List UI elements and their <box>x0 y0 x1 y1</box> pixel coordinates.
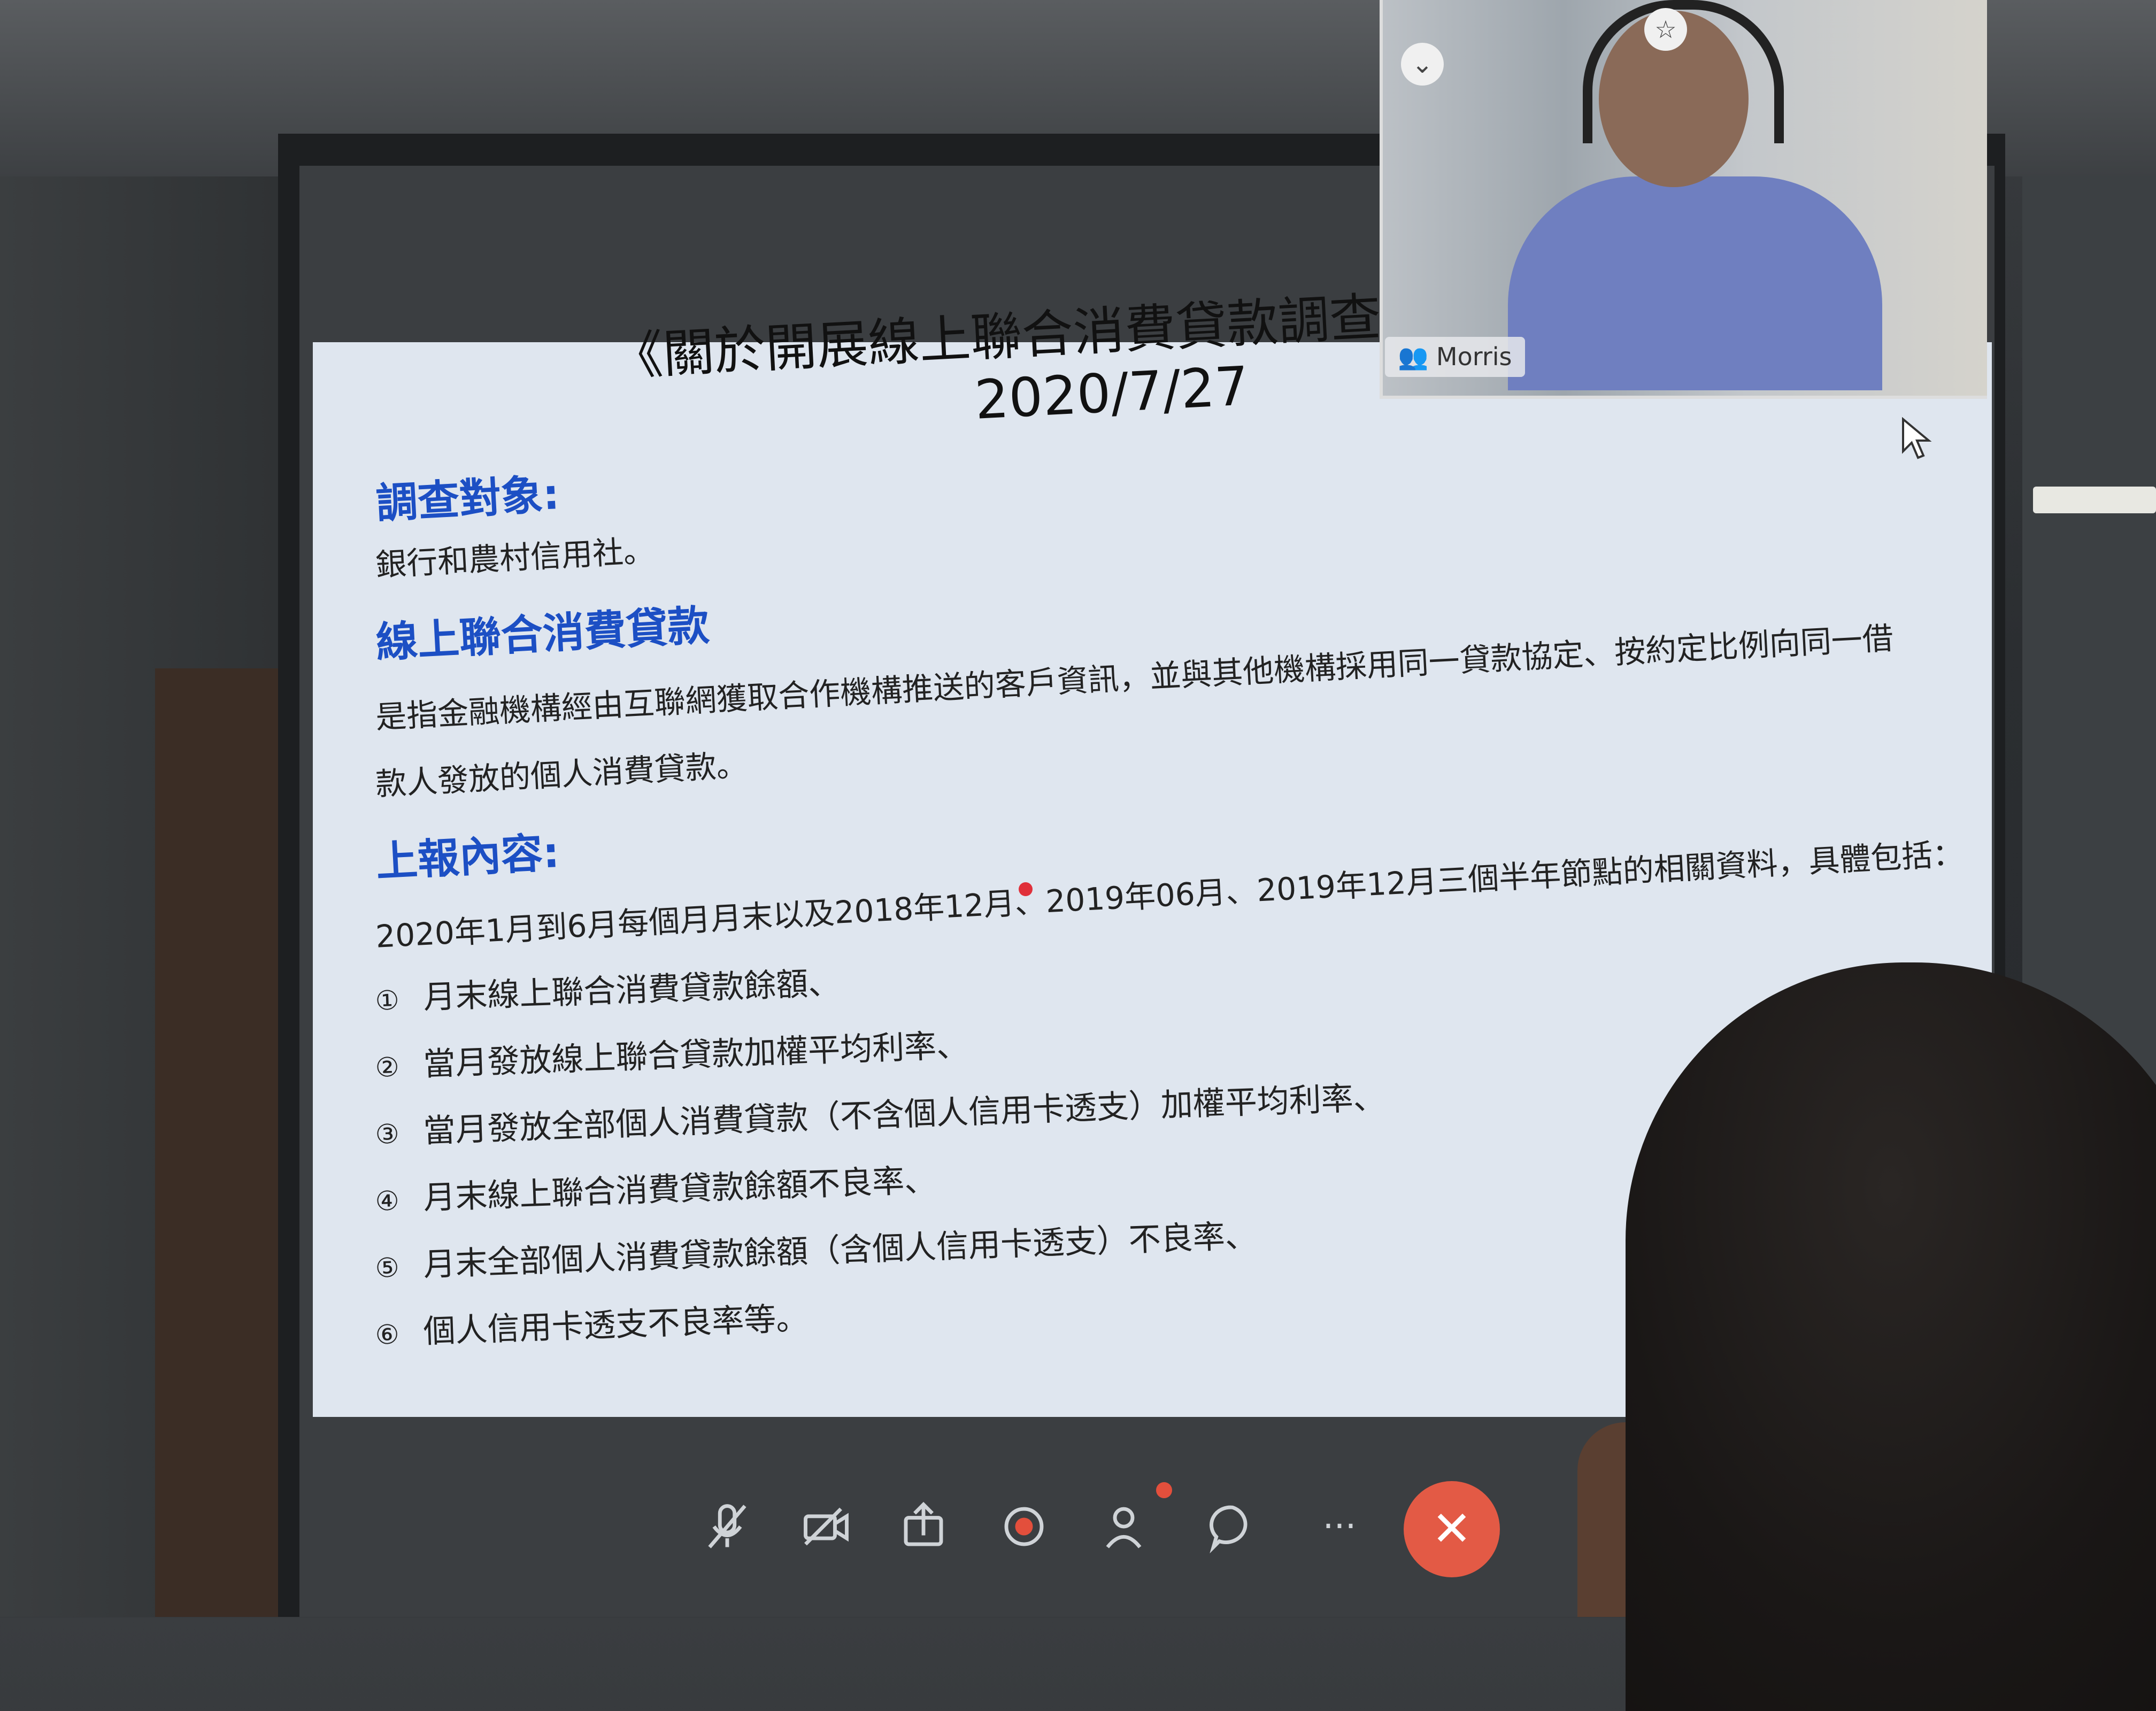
laser-pointer-dot <box>1019 882 1033 896</box>
more-icon[interactable]: ··· <box>1310 1497 1369 1556</box>
chat-icon[interactable] <box>1203 1497 1262 1556</box>
participant-name-tag: 👥 Morris <box>1385 337 1525 377</box>
door <box>155 668 278 1617</box>
notification-dot <box>1156 1482 1172 1498</box>
mic-muted-icon[interactable] <box>698 1497 757 1556</box>
mouse-cursor-icon <box>1902 417 1932 459</box>
participant-icon: 👥 <box>1398 342 1429 371</box>
end-call-button[interactable]: ✕ <box>1404 1481 1500 1577</box>
ceiling-light <box>2033 487 2156 513</box>
participant-body <box>1508 176 1882 390</box>
chevron-down-icon[interactable]: ⌄ <box>1401 43 1444 86</box>
section-heading-report: 上報內容: <box>374 829 561 887</box>
participant-name: Morris <box>1436 342 1512 371</box>
foreground-head <box>1626 962 2156 1711</box>
pin-icon[interactable]: ☆ <box>1644 8 1687 51</box>
record-icon[interactable] <box>995 1497 1053 1556</box>
camera-off-icon[interactable] <box>797 1497 856 1556</box>
participants-icon[interactable] <box>1097 1497 1156 1556</box>
share-screen-icon[interactable] <box>894 1497 953 1556</box>
section-heading-target: 調查對象: <box>374 471 561 528</box>
close-icon: ✕ <box>1431 1501 1472 1557</box>
